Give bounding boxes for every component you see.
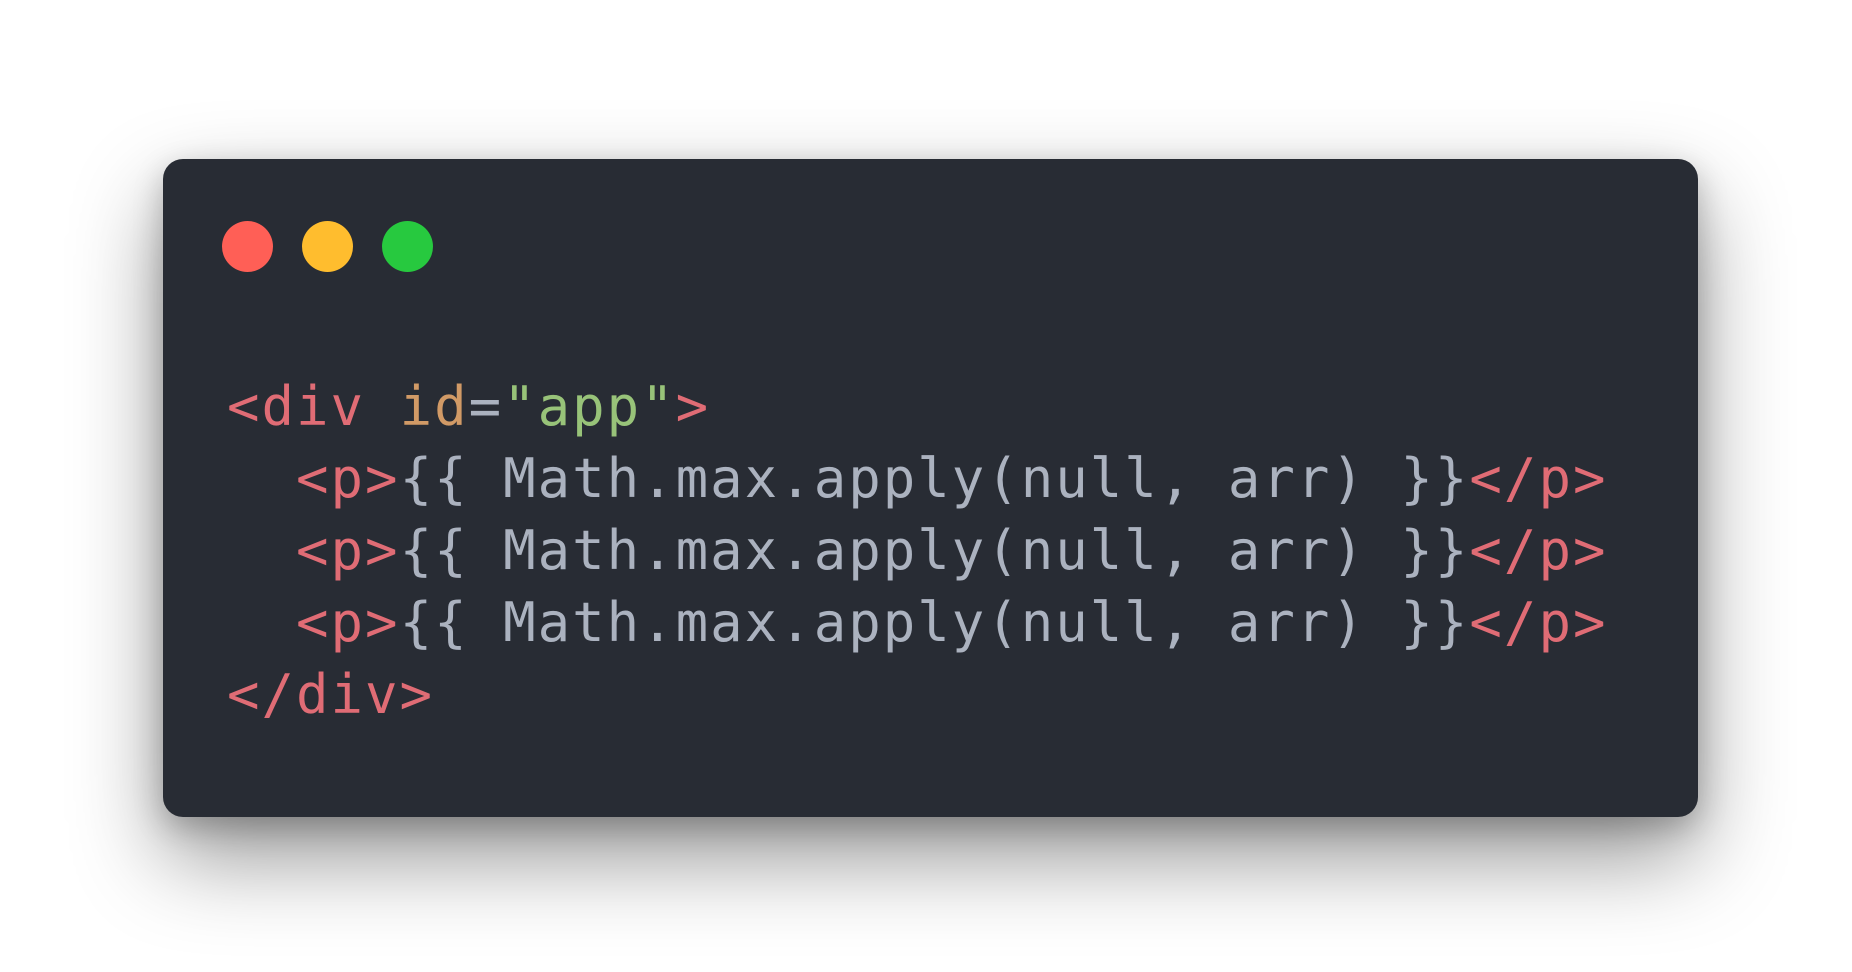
code-line-5: </div>	[227, 659, 1607, 731]
code-window: <div id="app"> <p>{{ Math.max.apply(null…	[163, 159, 1698, 817]
template-expression: {{ Math.max.apply(null, arr) }}	[399, 447, 1470, 510]
p-open-tag: <p>	[296, 591, 400, 654]
p-close-tag: </p>	[1469, 519, 1608, 582]
attribute-value: "app"	[503, 375, 676, 438]
p-close-tag: </p>	[1469, 591, 1608, 654]
id-attribute: id	[399, 375, 469, 438]
code-line-3: <p>{{ Math.max.apply(null, arr) }}</p>	[227, 515, 1607, 587]
close-dot-icon[interactable]	[222, 221, 273, 272]
p-open-tag: <p>	[296, 519, 400, 582]
equals-sign: =	[468, 375, 504, 438]
div-close-tag: </div>	[227, 663, 435, 726]
p-close-tag: </p>	[1469, 447, 1608, 510]
template-expression: {{ Math.max.apply(null, arr) }}	[399, 519, 1470, 582]
template-expression: {{ Math.max.apply(null, arr) }}	[399, 591, 1470, 654]
div-open-tag-end: >	[675, 375, 711, 438]
code-line-1: <div id="app">	[227, 371, 1607, 443]
p-open-tag: <p>	[296, 447, 400, 510]
minimize-dot-icon[interactable]	[302, 221, 353, 272]
code-line-2: <p>{{ Math.max.apply(null, arr) }}</p>	[227, 443, 1607, 515]
code-line-4: <p>{{ Math.max.apply(null, arr) }}</p>	[227, 587, 1607, 659]
code-block: <div id="app"> <p>{{ Math.max.apply(null…	[227, 371, 1607, 731]
zoom-dot-icon[interactable]	[382, 221, 433, 272]
window-controls	[222, 221, 433, 273]
div-open-tag: <div	[227, 375, 366, 438]
